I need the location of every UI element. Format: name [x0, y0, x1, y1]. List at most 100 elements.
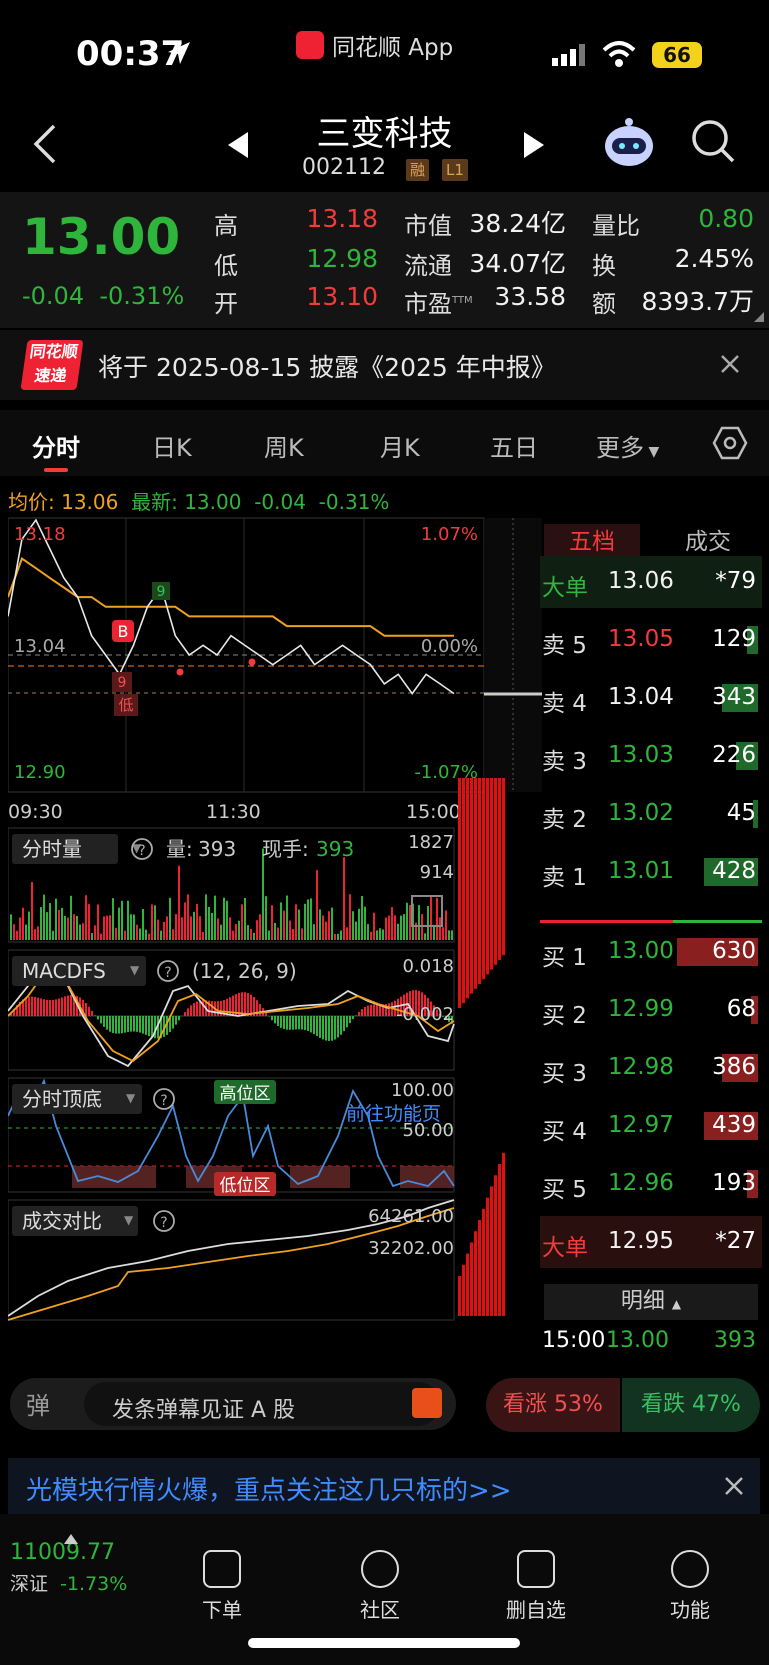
- book-row[interactable]: 卖 2 13.02 45: [540, 788, 762, 840]
- expand-corner-icon[interactable]: [754, 312, 764, 322]
- volume-bar: [133, 914, 135, 940]
- book-row[interactable]: 大单 12.95 *27: [540, 1216, 762, 1268]
- low-label: 低: [214, 252, 238, 280]
- book-row-label: 卖 1: [542, 865, 587, 891]
- tick-bar-lower: [494, 1175, 497, 1316]
- volume-bar: [157, 919, 159, 940]
- mcap-value: 38.24亿: [469, 209, 566, 238]
- notice-banner[interactable]: 同花顺 速递 将于 2025-08-15 披露《2025 年中报》: [0, 330, 769, 400]
- tab-trades[interactable]: 成交: [660, 524, 756, 560]
- macd-bar: [190, 1005, 192, 1016]
- volume-bar: [166, 916, 168, 940]
- signal-dot: [176, 668, 184, 676]
- book-row[interactable]: 买 1 13.00 630: [540, 926, 762, 978]
- volume-bar: [427, 905, 429, 940]
- volume-bar: [397, 923, 399, 940]
- tab-more[interactable]: 更多 ▼: [596, 428, 659, 463]
- tab-five-day[interactable]: 五日: [490, 428, 538, 463]
- volume-bar: [10, 914, 12, 940]
- chevron-down-icon: ▼: [126, 1091, 136, 1105]
- macd-bar: [43, 999, 45, 1016]
- macd-bar: [337, 1016, 339, 1038]
- ad-banner[interactable]: 光模块行情火爆，重点关注这几只标的>>: [8, 1458, 760, 1514]
- volume-bar: [142, 909, 144, 940]
- low-zone-text: 低位区: [220, 1176, 271, 1196]
- tab-daily-k[interactable]: 日K: [152, 428, 192, 463]
- book-row[interactable]: 卖 3 13.03 226: [540, 730, 762, 782]
- next-stock-icon[interactable]: [522, 130, 546, 160]
- volume-bar: [46, 912, 48, 940]
- index-pct: -1.73%: [60, 1573, 128, 1595]
- book-row[interactable]: 卖 1 13.01 428: [540, 846, 762, 898]
- book-row[interactable]: 大单 13.06 *79: [540, 556, 762, 608]
- bearish-vote-button[interactable]: 看跌 47%: [622, 1378, 760, 1432]
- tab-order[interactable]: 下单: [162, 1550, 282, 1623]
- book-row-volume: 45: [726, 800, 756, 826]
- volume-bar: [91, 933, 93, 940]
- tab-monthly-k[interactable]: 月K: [380, 428, 420, 463]
- macd-bar: [211, 1001, 213, 1016]
- book-row[interactable]: 买 3 12.98 386: [540, 1042, 762, 1094]
- danmu-icon[interactable]: 弹: [26, 1386, 50, 1421]
- volume-bar: [355, 921, 357, 940]
- book-row-price: 13.01: [608, 858, 674, 884]
- tab-community[interactable]: 社区: [320, 1550, 440, 1623]
- book-row[interactable]: 买 5 12.96 193: [540, 1158, 762, 1210]
- tab-functions[interactable]: 功能: [630, 1550, 750, 1623]
- app-badge[interactable]: 同花顺 App: [296, 30, 453, 61]
- volume-ratio-value: 0.80: [698, 204, 754, 233]
- volume-bar: [349, 894, 351, 940]
- macd-bar: [307, 1016, 309, 1032]
- macd-bar: [283, 1016, 285, 1030]
- book-row-volume: 386: [712, 1054, 756, 1080]
- volume-bar: [160, 930, 162, 940]
- book-row[interactable]: 买 4 12.97 439: [540, 1100, 762, 1152]
- bullish-vote-button[interactable]: 看涨 53%: [486, 1378, 620, 1432]
- volume-label: 量:: [166, 837, 193, 861]
- detail-toggle[interactable]: 明细 ▲: [544, 1284, 758, 1320]
- tick-bar-lower: [498, 1164, 501, 1316]
- danmu-input[interactable]: 弹 发条弹幕见证 A 股: [10, 1378, 456, 1430]
- amount-label: 额: [592, 290, 616, 318]
- notice-text: 将于 2025-08-15 披露《2025 年中报》: [98, 353, 556, 382]
- macd-bar: [28, 996, 30, 1016]
- tab-remove-watchlist[interactable]: 删自选: [476, 1550, 596, 1623]
- robot-assistant-icon[interactable]: [602, 116, 656, 170]
- volume-bar: [364, 906, 366, 940]
- settings-icon[interactable]: [712, 426, 748, 460]
- tab-five-levels[interactable]: 五档: [544, 524, 640, 560]
- index-widget[interactable]: 11009.77 深证 -1.73%: [10, 1534, 160, 1596]
- macd-bar: [289, 1016, 291, 1030]
- high-value: 13.18: [306, 204, 378, 233]
- volume-bar: [178, 865, 180, 940]
- book-row-label: 买 4: [542, 1119, 587, 1145]
- volume-bar: [196, 903, 198, 940]
- volume-bar: [361, 896, 363, 940]
- gift-icon[interactable]: [412, 1388, 442, 1418]
- trade-time: 15:00: [542, 1328, 606, 1353]
- book-row[interactable]: 卖 4 13.04 343: [540, 672, 762, 724]
- book-row[interactable]: 买 2 12.99 68: [540, 984, 762, 1036]
- macd-bar: [118, 1016, 120, 1034]
- macd-bar: [316, 1016, 318, 1037]
- close-icon[interactable]: [724, 1476, 744, 1496]
- volume-bar: [175, 914, 177, 940]
- tab-weekly-k[interactable]: 周K: [264, 428, 304, 463]
- compare-axis-top: 64261.00: [368, 1206, 454, 1227]
- book-row-volume: 193: [712, 1170, 756, 1196]
- functions-icon: [671, 1550, 709, 1588]
- volume-bar: [295, 904, 297, 940]
- chevron-down-icon: ▼: [644, 444, 660, 460]
- book-row[interactable]: 卖 5 13.05 129: [540, 614, 762, 666]
- chevron-down-icon: ▼: [124, 1213, 134, 1227]
- search-icon[interactable]: [690, 118, 736, 164]
- close-icon[interactable]: [720, 354, 740, 374]
- volume-bar: [238, 920, 240, 940]
- tick-bar-lower: [462, 1264, 465, 1316]
- intraday-chart[interactable]: 13.18 13.04 12.90 1.07% 0.00% -1.07% B 9…: [8, 516, 542, 1361]
- pct-axis-mid: 0.00%: [421, 636, 478, 657]
- tick-bar-lower: [466, 1253, 469, 1316]
- tab-intraday[interactable]: 分时: [32, 428, 80, 463]
- volume-bar: [64, 915, 66, 940]
- volume-bar: [127, 900, 129, 940]
